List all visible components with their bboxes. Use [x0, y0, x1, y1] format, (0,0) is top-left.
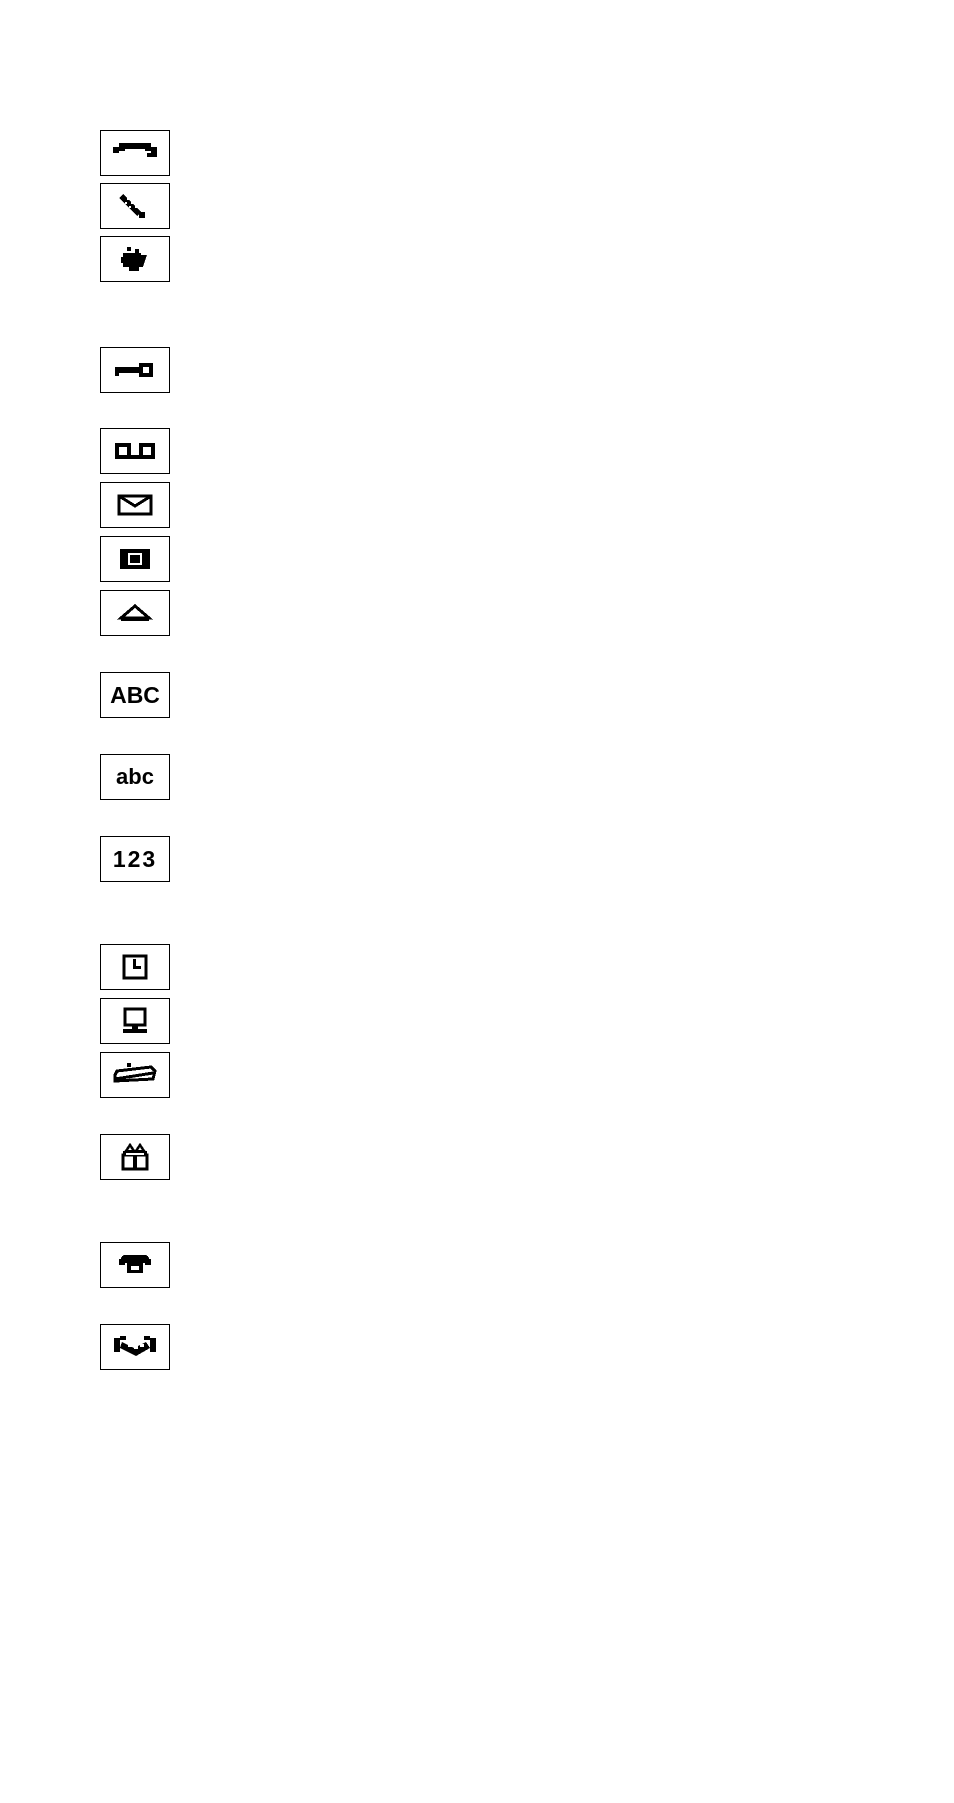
uppercase-label: ABC	[110, 684, 160, 707]
icon-reference-page: ABC abc 123	[0, 0, 954, 1803]
monitor-icon	[100, 998, 170, 1044]
pen-write-icon	[100, 1052, 170, 1098]
abc-uppercase-icon: ABC	[100, 672, 170, 718]
abc-lowercase-icon: abc	[100, 754, 170, 800]
eject-up-icon	[100, 590, 170, 636]
key-icon	[100, 347, 170, 393]
numeric-label: 123	[113, 848, 157, 871]
handshake-icon	[100, 1324, 170, 1370]
handset-icon	[100, 130, 170, 176]
hand-icon	[100, 236, 170, 282]
envelope-icon	[100, 482, 170, 528]
lowercase-label: abc	[116, 766, 154, 788]
clock-icon	[100, 944, 170, 990]
id-card-icon	[100, 536, 170, 582]
telephone-icon	[100, 1242, 170, 1288]
speaker-phone-icon	[100, 183, 170, 229]
voicemail-icon	[100, 428, 170, 474]
numeric-123-icon: 123	[100, 836, 170, 882]
gift-icon	[100, 1134, 170, 1180]
